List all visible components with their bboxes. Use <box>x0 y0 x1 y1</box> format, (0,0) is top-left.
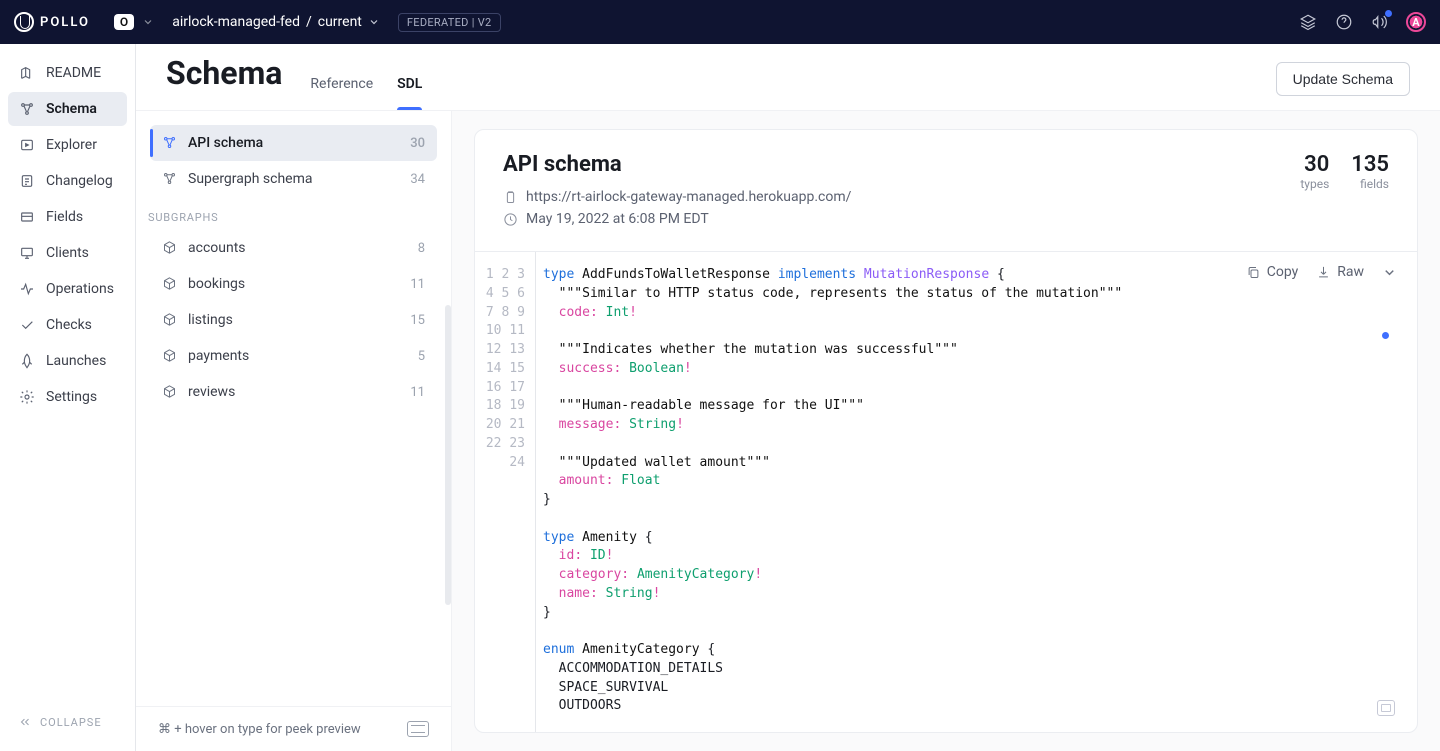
schema-card: API schema https://rt-airlock-gateway-ma… <box>474 129 1418 733</box>
logo-mark-icon <box>14 12 34 32</box>
cube-icon <box>162 312 178 328</box>
collapse-icon <box>18 715 32 729</box>
subgraph-item-listings[interactable]: listings15 <box>150 302 437 338</box>
page-title: Schema <box>166 54 282 110</box>
schema-icon <box>162 171 178 187</box>
federation-badge: FEDERATED | V2 <box>398 13 501 32</box>
help-icon[interactable] <box>1334 12 1354 32</box>
nav-clients[interactable]: Clients <box>8 236 127 270</box>
peek-hint: ⌘ + hover on type for peek preview <box>158 722 361 737</box>
schema-icon <box>162 135 178 151</box>
explorer-icon <box>18 136 36 154</box>
schema-tabs: Reference SDL <box>310 76 422 110</box>
tab-sdl[interactable]: SDL <box>397 76 422 110</box>
notification-dot <box>1385 10 1392 17</box>
schema-title: API schema <box>503 152 851 177</box>
chevron-down-icon <box>142 16 154 28</box>
types-stat: 30 types <box>1300 152 1329 233</box>
top-bar: POLLO O airlock-managed-fed / current FE… <box>0 0 1440 44</box>
schema-icon <box>18 100 36 118</box>
sdl-code[interactable]: type AddFundsToWalletResponse implements… <box>535 252 1417 732</box>
nav-changelog[interactable]: Changelog <box>8 164 127 198</box>
tab-reference[interactable]: Reference <box>310 76 373 110</box>
launches-icon <box>18 352 36 370</box>
org-selector[interactable]: O <box>114 14 154 30</box>
nav-readme[interactable]: README <box>8 56 127 90</box>
clipboard-icon[interactable] <box>503 190 518 205</box>
org-chip: O <box>114 14 134 30</box>
nav-operations[interactable]: Operations <box>8 272 127 306</box>
logo-text: POLLO <box>40 15 90 30</box>
collapse-nav[interactable]: COLLAPSE <box>8 705 127 739</box>
cube-icon <box>162 240 178 256</box>
nav-checks[interactable]: Checks <box>8 308 127 342</box>
minimap-cursor <box>1382 332 1389 339</box>
nav-explorer[interactable]: Explorer <box>8 128 127 162</box>
schema-timestamp-row: May 19, 2022 at 6:08 PM EDT <box>503 211 851 227</box>
announce-icon[interactable] <box>1370 12 1390 32</box>
readme-icon <box>18 64 36 82</box>
chevron-down-icon <box>368 16 380 28</box>
changelog-icon <box>18 172 36 190</box>
cube-icon <box>162 276 178 292</box>
avatar[interactable]: A <box>1406 12 1426 32</box>
schema-item-supergraph-schema[interactable]: Supergraph schema34 <box>150 161 437 197</box>
fields-icon <box>18 208 36 226</box>
primary-nav: README Schema Explorer Changelog Fields … <box>0 44 136 751</box>
update-schema-button[interactable]: Update Schema <box>1276 62 1410 96</box>
schema-url-row: https://rt-airlock-gateway-managed.herok… <box>503 189 851 205</box>
nav-schema[interactable]: Schema <box>8 92 127 126</box>
nav-settings[interactable]: Settings <box>8 380 127 414</box>
subgraph-item-bookings[interactable]: bookings11 <box>150 266 437 302</box>
line-gutter: 1 2 3 4 5 6 7 8 9 10 11 12 13 14 15 16 1… <box>475 252 535 732</box>
subgraph-item-payments[interactable]: payments5 <box>150 338 437 374</box>
checks-icon <box>18 316 36 334</box>
operations-icon <box>18 280 36 298</box>
subgraphs-heading: SUBGRAPHS <box>136 197 451 230</box>
cube-icon <box>162 348 178 364</box>
nav-fields[interactable]: Fields <box>8 200 127 234</box>
settings-icon <box>18 388 36 406</box>
sidebar-scrollbar[interactable] <box>445 305 451 605</box>
schema-item-api-schema[interactable]: API schema30 <box>150 125 437 161</box>
graph-variant-selector[interactable]: airlock-managed-fed / current <box>172 14 380 30</box>
subgraph-item-accounts[interactable]: accounts8 <box>150 230 437 266</box>
minimap-toggle[interactable] <box>1377 700 1395 716</box>
subgraph-item-reviews[interactable]: reviews11 <box>150 374 437 410</box>
page-header: Schema Reference SDL Update Schema <box>136 44 1440 111</box>
layers-icon[interactable] <box>1298 12 1318 32</box>
cube-icon <box>162 384 178 400</box>
fields-stat: 135 fields <box>1351 152 1389 233</box>
clock-icon <box>503 212 518 227</box>
nav-launches[interactable]: Launches <box>8 344 127 378</box>
clients-icon <box>18 244 36 262</box>
sidebar-footer: ⌘ + hover on type for peek preview <box>136 706 451 751</box>
schema-sidebar: API schema30Supergraph schema34 SUBGRAPH… <box>136 111 452 751</box>
logo[interactable]: POLLO <box>14 12 90 32</box>
keyboard-icon[interactable] <box>407 721 429 737</box>
